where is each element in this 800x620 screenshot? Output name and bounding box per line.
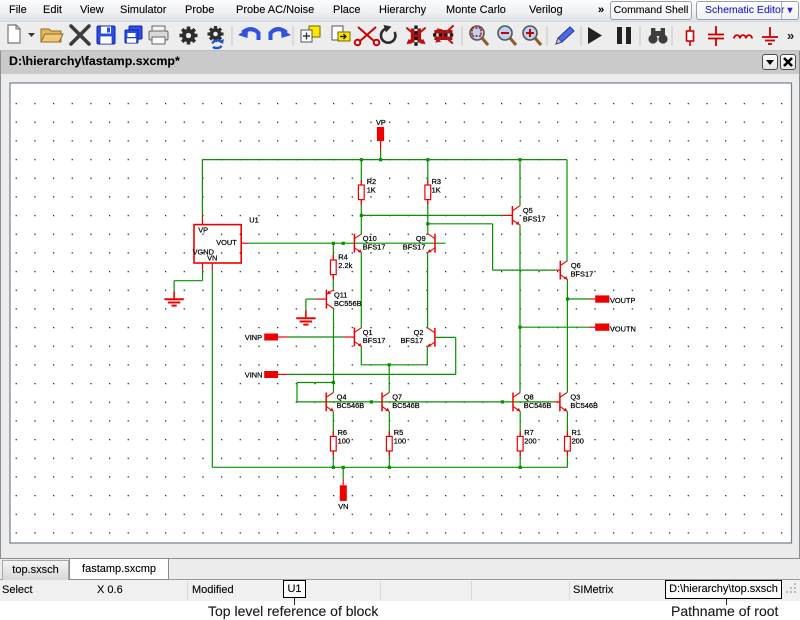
svg-text:BC556B: BC556B <box>334 299 362 308</box>
svg-text:BC546B: BC546B <box>570 401 598 410</box>
svg-text:VOUTN: VOUTN <box>610 324 636 333</box>
svg-text:1K: 1K <box>432 185 441 194</box>
svg-text:100: 100 <box>394 437 406 446</box>
svg-text:VN: VN <box>207 253 217 262</box>
svg-text:»: » <box>787 28 794 43</box>
svg-text:BFS17: BFS17 <box>363 242 386 251</box>
svg-text:BC546B: BC546B <box>392 401 420 410</box>
svg-text:VOUT: VOUT <box>216 238 237 247</box>
svg-text:VN: VN <box>338 502 348 511</box>
svg-text:100: 100 <box>338 437 350 446</box>
svg-text:VOUTP: VOUTP <box>610 296 636 305</box>
svg-text:BC546B: BC546B <box>337 401 365 410</box>
svg-text:BFS17: BFS17 <box>363 336 386 345</box>
svg-text:2.2k: 2.2k <box>338 261 352 270</box>
svg-text:VINP: VINP <box>245 333 262 342</box>
svg-text:BFS17: BFS17 <box>571 269 594 278</box>
svg-text:BC546B: BC546B <box>524 401 552 410</box>
svg-text:BFS17: BFS17 <box>401 336 424 345</box>
svg-text:BFS17: BFS17 <box>403 242 426 251</box>
svg-text:200: 200 <box>524 437 536 446</box>
svg-text:VP: VP <box>376 118 386 127</box>
svg-text:200: 200 <box>572 437 584 446</box>
svg-text:VINN: VINN <box>245 370 263 379</box>
svg-text:VP: VP <box>198 226 208 235</box>
svg-text:BFS17: BFS17 <box>523 215 546 224</box>
svg-text:1K: 1K <box>367 185 376 194</box>
svg-text:U1: U1 <box>249 215 258 224</box>
